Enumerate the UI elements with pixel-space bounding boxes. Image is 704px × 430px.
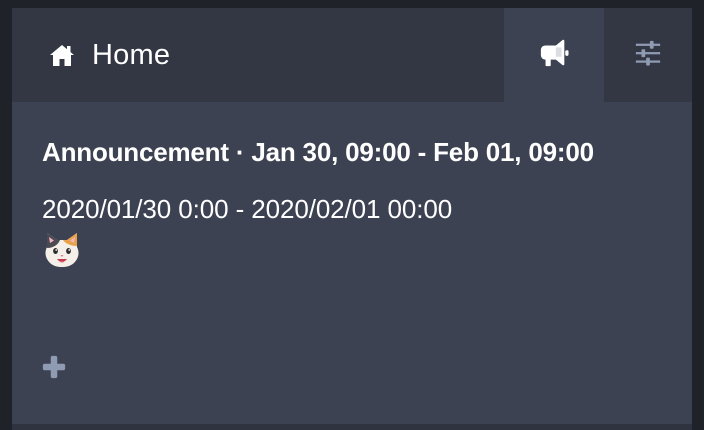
plus-icon (41, 354, 67, 385)
announcement-title: Announcement · Jan 30, 09:00 - Feb 01, 0… (42, 137, 594, 167)
megaphone-icon (537, 38, 571, 73)
announcements-panel: Home Announcement · Jan 30, 09:00 - Feb … (12, 8, 692, 430)
header-bar: Home (12, 8, 692, 102)
home-button[interactable]: Home (12, 8, 504, 102)
cat-face-icon (42, 229, 642, 278)
tab-settings[interactable] (604, 8, 692, 102)
tab-announcements[interactable] (504, 8, 604, 102)
sliders-icon (634, 39, 662, 72)
home-icon (48, 41, 76, 69)
footer-strip (12, 424, 692, 430)
add-announcement-button[interactable] (40, 355, 68, 383)
announcement-body: 2020/01/30 0:00 - 2020/02/01 00:00 (42, 191, 642, 278)
home-label: Home (92, 38, 171, 71)
announcement-text: 2020/01/30 0:00 - 2020/02/01 00:00 (42, 194, 453, 224)
announcement-item: Announcement · Jan 30, 09:00 - Feb 01, 0… (42, 134, 642, 278)
